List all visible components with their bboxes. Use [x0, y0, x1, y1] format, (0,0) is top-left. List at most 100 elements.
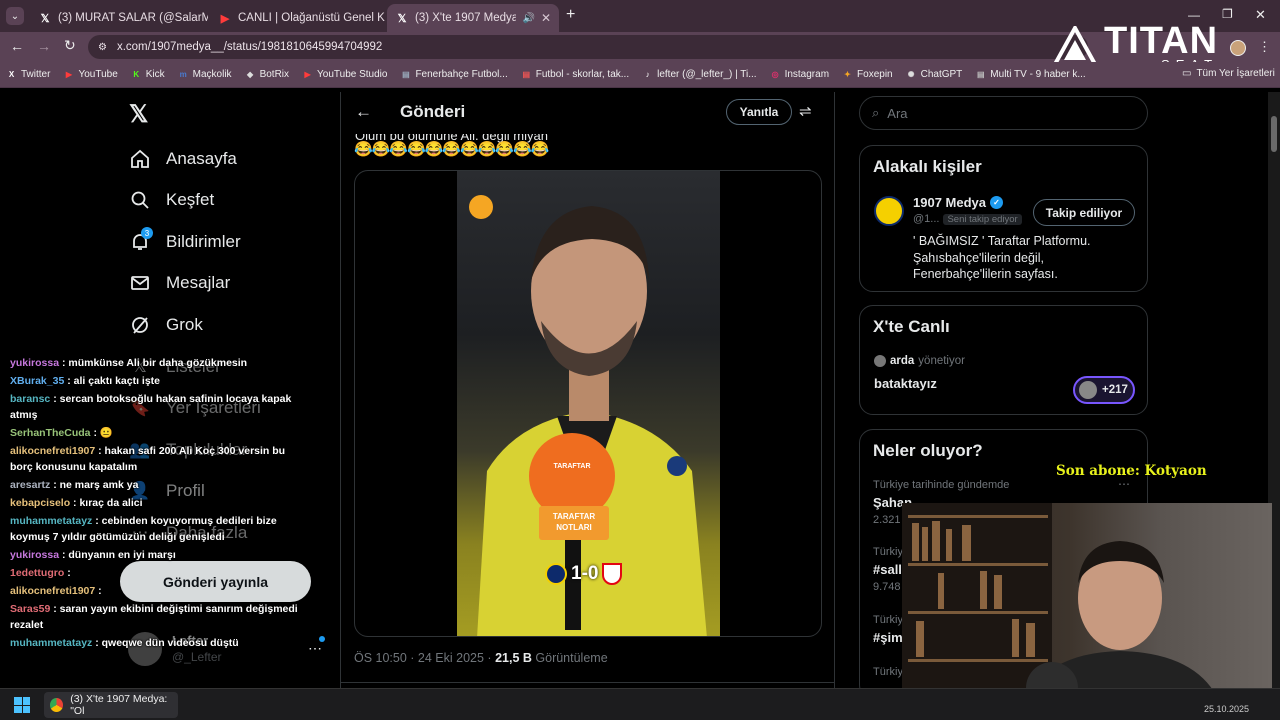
trend-name[interactable]: #şim — [873, 630, 903, 645]
chat-text: : 😐 — [93, 427, 113, 439]
bookmark-favicon-icon: ▤ — [522, 70, 531, 79]
chat-username[interactable]: Saras59 — [10, 603, 50, 615]
taskbar-date: 25.10.2025 — [1204, 704, 1250, 714]
bookmark-item[interactable]: ♪ lefter (@_lefter_) | Ti... — [642, 69, 757, 80]
scrollbar-thumb[interactable] — [1271, 116, 1277, 152]
chat-text: : qweqwe dün videosu düştü — [95, 637, 239, 649]
trend-context: Türkiy — [873, 666, 903, 678]
tab-2[interactable]: ▶ CANLI | Olağanüstü Genel K ✕ — [210, 4, 385, 32]
chat-username[interactable]: XBurak_35 — [10, 375, 64, 387]
taskbar-window-chrome[interactable]: (3) X'te 1907 Medya: "Ol — [44, 692, 178, 718]
avatar[interactable] — [874, 196, 904, 226]
tab-title: (3) MURAT SALAR (@SalarMura — [58, 12, 208, 24]
chat-username[interactable]: muhammetatayz — [10, 515, 92, 527]
chat-username[interactable]: alikocnefreti1907 — [10, 585, 95, 597]
chat-username[interactable]: baransc — [10, 393, 50, 405]
chat-message: 1edettugro : — [10, 565, 310, 581]
bookmark-label: Fenerbahçe Futbol... — [415, 69, 508, 80]
nav-messages[interactable]: Mesajlar — [130, 273, 230, 293]
microphone-flag: TARAFTAR NOTLARI — [539, 506, 609, 540]
bookmark-item[interactable]: m Maçkolik — [178, 69, 232, 80]
related-name-row[interactable]: 1907 Medya ✓ — [913, 195, 1003, 210]
live-title: X'te Canlı — [873, 317, 950, 336]
post-timestamp[interactable]: ÖS 10:50 · 24 Eki 2025 · — [354, 651, 495, 665]
bookmark-item[interactable]: ▶ YouTube Studio — [302, 69, 387, 80]
trend-name[interactable]: #sall — [873, 562, 902, 577]
bookmark-item[interactable]: ◆ BotRix — [245, 69, 289, 80]
bookmark-favicon-icon: ▶ — [304, 70, 311, 79]
following-button-label: Takip ediliyor — [1045, 205, 1123, 220]
address-bar[interactable]: ⚙ x.com/1907medya__/status/1981810645994… — [88, 35, 1088, 59]
bookmark-item[interactable]: ▶ YouTube — [63, 69, 118, 80]
bookmark-item[interactable]: ▤ Multi TV - 9 haber k... — [975, 69, 1086, 80]
video-frame[interactable]: TARAFTAR TARAFTAR NOTLARI 1-0 — [457, 171, 720, 636]
reply-button[interactable]: Yanıtla — [726, 99, 792, 125]
filter-icon[interactable]: ⇌ — [799, 102, 812, 120]
trend-more-icon[interactable]: ⋯ — [1118, 477, 1130, 491]
reload-icon[interactable]: ↻ — [64, 37, 76, 54]
chat-message: alikocnefreti1907 : hakan safi 200 Ali K… — [10, 443, 310, 475]
chat-username[interactable]: yukirossa — [10, 357, 59, 369]
close-icon[interactable]: ✕ — [541, 11, 551, 25]
nav-messages-label: Mesajlar — [166, 273, 231, 292]
tab-title: (3) X'te 1907 Medya: "Olum — [415, 12, 517, 24]
chat-message: alikocnefreti1907 : — [10, 583, 310, 599]
chat-username[interactable]: muhammetatayz — [10, 637, 92, 649]
bookmark-item[interactable]: K Kick — [131, 69, 164, 80]
bookmark-item[interactable]: ✺ ChatGPT — [906, 69, 963, 80]
mic-flag-sub: NOTLARI — [556, 523, 592, 532]
back-icon[interactable]: ← — [10, 38, 24, 54]
chat-username[interactable]: alikocnefreti1907 — [10, 445, 95, 457]
speaker-icon[interactable]: 🔊 — [522, 13, 534, 24]
bookmark-item[interactable]: ◎ Instagram — [770, 69, 829, 80]
chat-text: : ne marş amk ya — [53, 479, 139, 491]
nav-grok[interactable]: Grok — [130, 315, 203, 335]
chat-message: muhammetatayz : cebinden koyuyormuş dedi… — [10, 513, 310, 545]
search-placeholder: Ara — [887, 105, 908, 121]
new-tab-button[interactable]: + — [566, 6, 575, 24]
url-text: x.com/1907medya__/status/198181064599470… — [116, 41, 383, 53]
following-button[interactable]: Takip ediliyor — [1033, 199, 1135, 226]
site-info-icon[interactable]: ⚙ — [98, 42, 107, 53]
chat-username[interactable]: 1edettugro — [10, 567, 64, 579]
profile-avatar[interactable] — [1230, 40, 1246, 56]
all-bookmarks[interactable]: ▭ Tüm Yer İşaretleri — [1182, 68, 1275, 79]
chat-username[interactable]: SerhanTheCuda — [10, 427, 91, 439]
bookmark-item[interactable]: ✦ Foxepin — [842, 69, 892, 80]
menu-icon[interactable]: ⋮ — [1258, 39, 1271, 55]
nav-notifications[interactable]: 3 Bildirimler — [130, 227, 241, 252]
tab-3-active[interactable]: 𝕏 (3) X'te 1907 Medya: "Olum 🔊 ✕ — [387, 4, 559, 32]
back-arrow-icon[interactable]: ← — [355, 102, 372, 122]
x-home-logo-icon[interactable]: 𝕏 — [129, 100, 148, 129]
search-box[interactable]: ⌕ Ara — [859, 96, 1148, 130]
live-card: X'te Canlı arda yönetiyor bataktayız +21… — [859, 305, 1148, 415]
nav-explore[interactable]: Keşfet — [130, 190, 214, 210]
close-window-button[interactable]: ✕ — [1255, 7, 1266, 23]
tab-1[interactable]: 𝕏 (3) MURAT SALAR (@SalarMura — [30, 4, 208, 32]
chat-username[interactable]: yukirossa — [10, 549, 59, 561]
chat-username[interactable]: aresartz — [10, 479, 50, 491]
maximize-button[interactable]: ❐ — [1222, 7, 1233, 21]
live-host-row[interactable]: arda yönetiyor — [874, 355, 965, 367]
forward-icon[interactable]: → — [37, 38, 51, 54]
nav-home[interactable]: Anasayfa — [130, 149, 237, 169]
divider — [341, 682, 834, 683]
chat-message: yukirossa : dünyanın en iyi marşı — [10, 547, 310, 563]
account-more-icon[interactable]: ⋯ — [308, 640, 322, 657]
chat-username[interactable]: kebapciselo — [10, 497, 70, 509]
bookmarks-bar: X Twitter ▶ YouTube K Kick m Maçkolik ◆ BotRix ▶ Yo… — [0, 62, 1280, 88]
live-space-title[interactable]: bataktayız — [874, 376, 937, 391]
windows-start-icon[interactable] — [14, 697, 30, 713]
bookmark-label: YouTube Studio — [317, 69, 388, 80]
bookmark-item[interactable]: ▤ Fenerbahçe Futbol... — [400, 69, 508, 80]
bookmark-label: Futbol - skorlar, tak... — [535, 69, 630, 80]
post-media[interactable]: TARAFTAR TARAFTAR NOTLARI 1-0 — [354, 170, 822, 637]
bookmark-item[interactable]: ▤ Futbol - skorlar, tak... — [521, 69, 629, 80]
bookmark-label: Maçkolik — [192, 69, 232, 80]
chat-text: : kıraç da alici — [73, 497, 143, 509]
tab-search-icon[interactable]: ⌄ — [6, 7, 24, 25]
live-listeners[interactable]: +217 — [1073, 376, 1135, 404]
bookmark-item[interactable]: X Twitter — [6, 69, 51, 80]
x-logo-icon: 𝕏 — [40, 12, 50, 25]
bell-icon: 3 — [130, 227, 153, 252]
